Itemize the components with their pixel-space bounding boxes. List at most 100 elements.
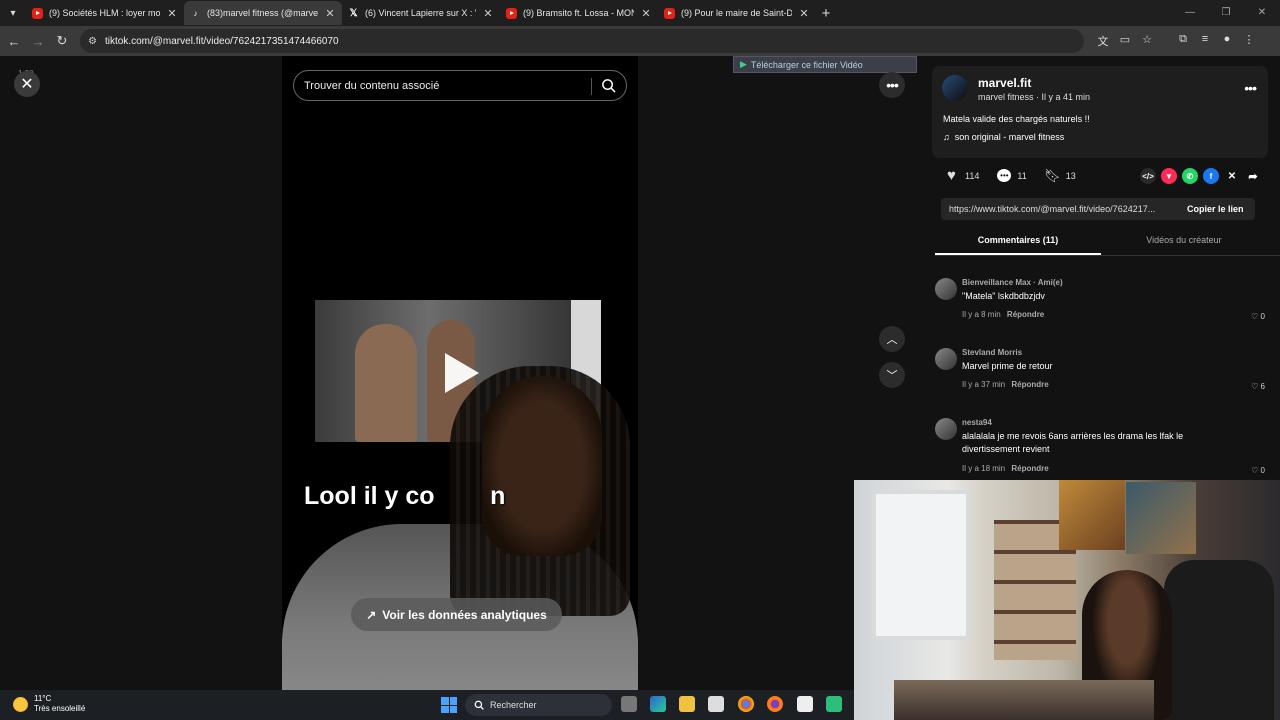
chrome-icon[interactable]: [738, 696, 754, 712]
close-tab-icon[interactable]: ✕: [324, 7, 336, 20]
maximize-icon[interactable]: ❐: [1208, 0, 1244, 26]
commenter-name[interactable]: Bienveillance Max · Ami(e): [962, 278, 1063, 287]
browser-tab[interactable]: 𝕏 (6) Vincent Lapierre sur X : "Il a ✕: [342, 1, 500, 25]
minimize-icon[interactable]: —: [1172, 0, 1208, 26]
whatsapp-icon[interactable]: ✆: [1182, 168, 1198, 184]
comment-like-count: 6: [1260, 382, 1265, 391]
firefox-icon[interactable]: [767, 696, 783, 712]
comment-text: alalalala je me revois 6ans arrières les…: [962, 431, 1184, 454]
browser-tab-active[interactable]: ♪ (83)marvel fitness (@marvel.fit) ✕: [184, 1, 342, 25]
reload-icon[interactable]: ↻: [50, 33, 74, 49]
close-window-icon[interactable]: ✕: [1244, 0, 1280, 26]
task-view-icon[interactable]: [621, 696, 637, 712]
extensions-icon[interactable]: ⧉: [1172, 33, 1194, 49]
comment-time: Il y a 8 min: [962, 310, 1001, 319]
cast-icon[interactable]: ▭: [1114, 33, 1136, 49]
post-more-options-button[interactable]: •••: [1244, 80, 1257, 96]
comment-like-count: 0: [1260, 466, 1265, 475]
close-tab-icon[interactable]: ✕: [798, 7, 810, 20]
download-video-bar[interactable]: ▶ Télécharger ce fichier Vidéo: [733, 56, 917, 73]
file-explorer-icon[interactable]: [679, 696, 695, 712]
comment-like-button[interactable]: ♡ 0: [1251, 312, 1265, 321]
author-username[interactable]: marvel.fit: [978, 76, 1031, 90]
send-icon[interactable]: ▼: [1161, 168, 1177, 184]
close-tab-icon[interactable]: ✕: [482, 7, 494, 20]
tab-list-chevron-icon[interactable]: ▾: [0, 0, 26, 26]
taskbar-search[interactable]: Rechercher: [465, 694, 612, 716]
weather-widget[interactable]: 11°C Très ensoleillé: [13, 694, 85, 714]
media-icon[interactable]: ≡: [1194, 33, 1216, 49]
comment-like-button[interactable]: ♡ 0: [1251, 466, 1265, 475]
chevron-down-icon: ﹀: [886, 370, 898, 382]
bookmark-star-icon[interactable]: ☆: [1136, 33, 1158, 49]
embed-icon[interactable]: </>: [1140, 168, 1156, 184]
post-sound[interactable]: ♫ son original - marvel fitness: [943, 132, 1064, 142]
site-settings-icon[interactable]: ⚙: [88, 36, 97, 47]
x-icon: 𝕏: [349, 7, 358, 19]
edge-icon[interactable]: [650, 696, 666, 712]
analytics-button[interactable]: ↗ Voir les données analytiques: [351, 598, 562, 631]
menu-dots-icon[interactable]: ⋮: [1238, 33, 1260, 49]
tab-title: (6) Vincent Lapierre sur X : "Il a: [365, 8, 476, 18]
chevron-up-icon: ︿: [886, 334, 898, 346]
close-player-button[interactable]: ✕: [14, 71, 40, 97]
video-more-options-button[interactable]: •••: [879, 72, 905, 98]
related-search-input[interactable]: Trouver du contenu associé: [293, 70, 627, 101]
profile-avatar[interactable]: ●: [1216, 33, 1238, 49]
translate-icon[interactable]: 文: [1092, 33, 1114, 49]
heart-icon: ♥: [947, 167, 956, 184]
play-icon[interactable]: [445, 353, 479, 393]
browser-tab[interactable]: (9) Pour le maire de Saint-Denis ✕: [658, 1, 816, 25]
youtube-icon: [664, 7, 675, 19]
commenter-avatar[interactable]: [935, 278, 957, 300]
app-icon[interactable]: [826, 696, 842, 712]
previous-video-button[interactable]: ︿: [879, 326, 905, 352]
facebook-icon[interactable]: f: [1203, 168, 1219, 184]
x-share-icon[interactable]: ✕: [1224, 168, 1240, 184]
panel-tabs: Commentaires (11) Vidéos du créateur: [935, 230, 1280, 256]
search-placeholder: Trouver du contenu associé: [304, 79, 440, 92]
new-tab-icon[interactable]: +: [816, 5, 836, 22]
commenter-name[interactable]: nesta94: [962, 418, 992, 427]
like-button[interactable]: ♥ 114: [944, 167, 980, 184]
browser-tab[interactable]: (9) Bramsito ft. Lossa - MONÉG ✕: [500, 1, 658, 25]
search-icon[interactable]: [601, 78, 616, 93]
store-icon[interactable]: [708, 696, 724, 712]
close-tab-icon[interactable]: ✕: [640, 7, 652, 20]
windows-start-icon[interactable]: [441, 697, 457, 713]
browser-tab[interactable]: (9) Sociétés HLM : loyer modé ✕: [26, 1, 184, 25]
comment-text: Marvel prime de retour: [962, 361, 1053, 371]
reply-button[interactable]: Répondre: [1011, 464, 1048, 473]
webcam-overlay: [854, 480, 1280, 720]
link-row: https://www.tiktok.com/@marvel.fit/video…: [941, 198, 1255, 220]
comment-time: Il y a 18 min: [962, 464, 1006, 473]
tab-title: (9) Bramsito ft. Lossa - MONÉG: [523, 8, 634, 18]
commenter-avatar[interactable]: [935, 418, 957, 440]
author-avatar[interactable]: [942, 75, 968, 101]
capcut-icon[interactable]: [797, 696, 813, 712]
reply-button[interactable]: Répondre: [1007, 310, 1044, 319]
video-subject-face: [482, 376, 602, 556]
comment-button[interactable]: ••• 11: [997, 169, 1027, 182]
author-subtitle: marvel fitness · Il y a 41 min: [978, 92, 1091, 102]
tab-title: (9) Pour le maire de Saint-Denis: [681, 8, 792, 18]
search-icon: [474, 700, 484, 710]
forward-arrow-icon[interactable]: →: [26, 34, 50, 49]
comment-like-button[interactable]: ♡ 6: [1251, 382, 1265, 391]
commenter-name[interactable]: Stevland Morris: [962, 348, 1022, 357]
tab-creator-videos[interactable]: Vidéos du créateur: [1101, 230, 1267, 255]
reply-button[interactable]: Répondre: [1011, 380, 1048, 389]
commenter-avatar[interactable]: [935, 348, 957, 370]
close-tab-icon[interactable]: ✕: [166, 7, 178, 20]
save-button[interactable]: 🔖︎ 13: [1044, 168, 1076, 183]
video-link[interactable]: https://www.tiktok.com/@marvel.fit/video…: [949, 204, 1177, 214]
copy-link-button[interactable]: Copier le lien: [1187, 204, 1244, 214]
back-arrow-icon[interactable]: ←: [2, 34, 26, 49]
share-arrow-icon[interactable]: ➦: [1245, 168, 1261, 184]
comment-count: 11: [1017, 170, 1027, 181]
next-video-button[interactable]: ﹀: [879, 362, 905, 388]
like-count: 114: [965, 170, 980, 181]
video-player[interactable]: Lool il y co n: [282, 56, 638, 690]
url-field[interactable]: ⚙ tiktok.com/@marvel.fit/video/762421735…: [80, 29, 1084, 53]
tab-comments[interactable]: Commentaires (11): [935, 230, 1101, 255]
